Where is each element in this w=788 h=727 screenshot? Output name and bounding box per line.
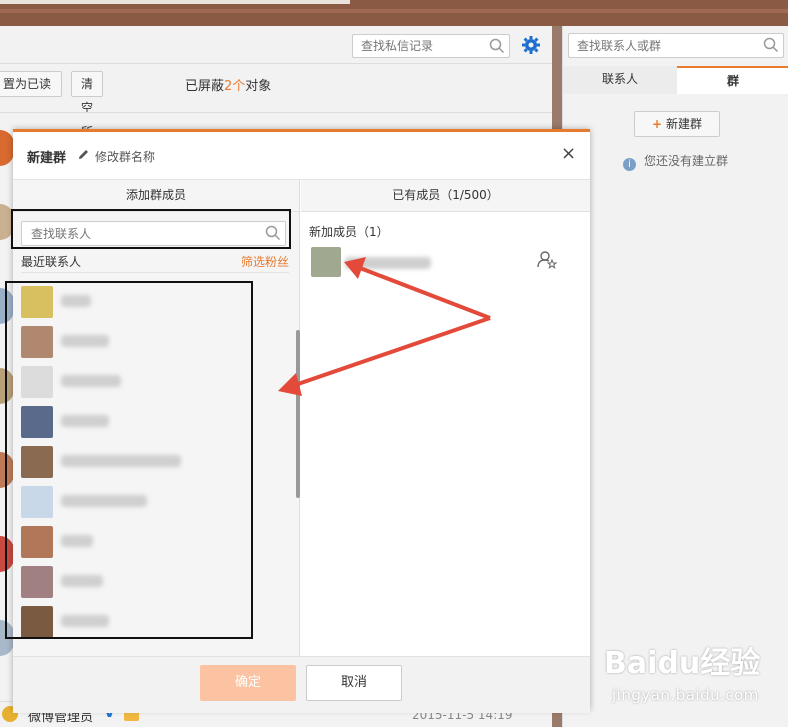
set-admin-icon[interactable] [537, 250, 558, 273]
watermark-logo: Baidu经验 [604, 646, 761, 681]
recent-contacts-label: 最近联系人 [21, 255, 82, 269]
blurred-name [345, 257, 431, 269]
annotation-box-list [5, 281, 253, 639]
close-icon[interactable]: × [561, 145, 576, 163]
add-members-header: 添加群成员 [13, 180, 299, 212]
no-group-text: 您还没有建立群 [644, 154, 729, 168]
new-group-button[interactable]: + 新建群 [634, 111, 720, 137]
info-icon: i [623, 158, 636, 171]
tab-contacts[interactable]: 联系人 [563, 66, 677, 94]
blocked-suffix: 对象 [245, 79, 272, 94]
watermark-url: jingyan.baidu.com [612, 686, 759, 704]
top-bar [0, 0, 788, 26]
cancel-button[interactable]: 取消 [306, 665, 402, 701]
scrollbar[interactable] [296, 330, 300, 498]
contact-search-input[interactable] [569, 34, 754, 57]
annotation-box-search [11, 209, 291, 249]
clear-all-button[interactable]: 清空所有私信 [71, 71, 104, 211]
message-search-box[interactable] [352, 34, 510, 58]
filter-fans-link[interactable]: 筛选粉丝 [241, 253, 289, 270]
message-search-input[interactable] [353, 35, 483, 57]
existing-members-column: 已有成员（1/500） 新加成员（1） [301, 180, 590, 657]
contact-search-box[interactable] [568, 33, 784, 58]
tab-groups[interactable]: 群 [677, 66, 788, 94]
top-bar-strip [0, 0, 350, 4]
blocked-prefix: 已屏蔽 [185, 79, 225, 94]
divider [0, 112, 552, 113]
contacts-tabs: 联系人 群 [563, 66, 788, 94]
confirm-button[interactable]: 确定 [200, 665, 296, 701]
mark-read-button[interactable]: 置为已读 [0, 71, 62, 97]
avatar [311, 247, 341, 277]
plus-icon: + [651, 117, 663, 131]
list-item[interactable] [311, 247, 581, 279]
search-icon[interactable] [489, 38, 505, 57]
new-members-label: 新加成员（1） [309, 225, 389, 239]
dialog-footer: 确定 取消 [13, 656, 590, 713]
dialog-title: 新建群 [27, 151, 67, 166]
watermark: Baidu经验 jingyan.baidu.com [604, 636, 784, 712]
rename-group-link[interactable]: 修改群名称 [95, 148, 155, 165]
top-bar-stripe [0, 9, 788, 13]
divider [21, 272, 289, 273]
blocked-count[interactable]: 2个 [224, 79, 245, 94]
message-header [0, 26, 552, 64]
blocked-status: 已屏蔽2个对象 [185, 75, 271, 94]
search-icon[interactable] [763, 37, 779, 56]
existing-members-header: 已有成员（1/500） [301, 180, 590, 212]
gear-icon[interactable] [521, 35, 541, 55]
no-group-notice: i 您还没有建立群 [623, 152, 728, 171]
new-group-label: 新建群 [666, 117, 703, 131]
pencil-icon[interactable] [77, 148, 90, 164]
contacts-panel: 联系人 群 +新建群 i 您还没有建立群 [562, 26, 788, 727]
